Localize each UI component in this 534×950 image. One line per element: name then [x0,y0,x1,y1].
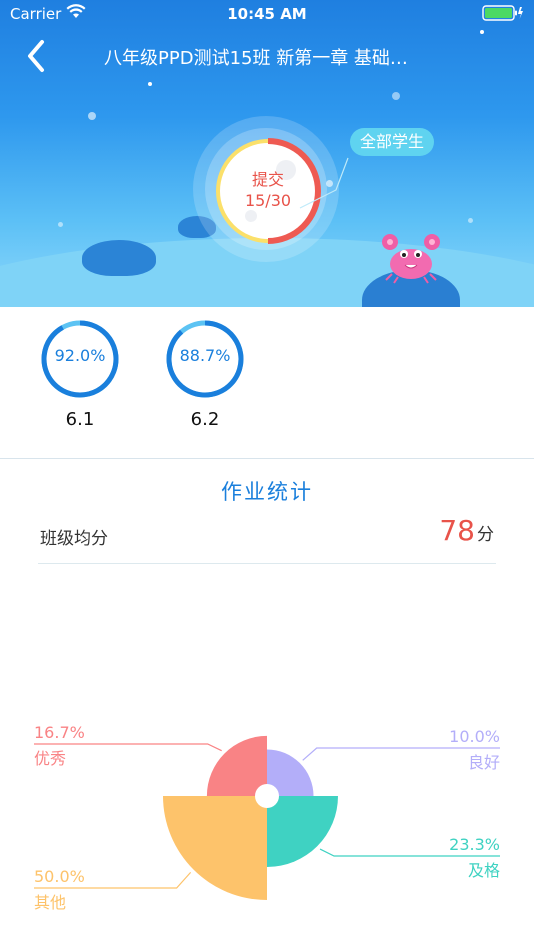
score-unit: 分 [477,525,494,545]
stat-label: 6.1 [65,409,95,430]
stat-label: 6.2 [190,409,220,430]
sparkle [468,218,473,223]
crab-mascot [382,234,440,284]
divider [38,563,496,564]
slice-name-label: 良好 [468,753,500,772]
nav-bar: 八年级PPD测试15班 新第一章 基础… [0,30,534,80]
sparkle [58,222,63,227]
divider [0,458,534,459]
back-button[interactable] [18,36,58,76]
average-score: 78 [439,514,475,547]
sparkle [88,112,96,120]
header-banner: Carrier 10:45 AM 八年级PPD测试15班 新第一章 基础… 提交… [0,0,534,307]
slice-percent-label: 23.3% [449,835,500,854]
stat-card[interactable]: 92.0% 6.1 [38,319,122,430]
slice-name-label: 优秀 [34,749,66,768]
sparkle [392,92,400,100]
slice-percent-label: 10.0% [449,727,500,746]
grade-distribution-chart: 16.7% 优秀 10.0% 良好 23.3% 及格 50.0% 其他 [34,723,500,912]
chevron-left-icon [28,40,44,72]
pie-slice-3[interactable] [267,796,338,867]
pie-slice-1[interactable] [206,735,267,796]
section-title: 作业统计 [221,480,313,504]
status-time: 10:45 AM [227,5,307,23]
slice-percent-label: 16.7% [34,723,85,742]
stat-percent: 92.0% [54,346,106,365]
class-average-label: 班级均分 [40,529,108,549]
battery-icon [482,5,524,25]
slice-percent-label: 50.0% [34,867,85,886]
sparkle [148,82,152,86]
slice-name-label: 及格 [468,861,500,880]
all-students-button[interactable]: 全部学生 [350,128,434,156]
slice-name-label: 其他 [34,893,66,912]
stat-percent: 88.7% [179,346,231,365]
status-bar: Carrier 10:45 AM [0,0,534,28]
pie-slice-4[interactable] [163,796,267,900]
stat-card[interactable]: 88.7% 6.2 [163,319,247,430]
class-average-value: 78 分 [439,514,494,547]
page-title: 八年级PPD测试15班 新第一章 基础… [104,48,408,69]
rock [82,240,156,276]
callout-line [299,157,349,209]
pie-center-hole [255,784,279,808]
sparkle [480,30,484,34]
stats-row: 92.0% 6.1 88.7% 6.2 [0,307,534,457]
